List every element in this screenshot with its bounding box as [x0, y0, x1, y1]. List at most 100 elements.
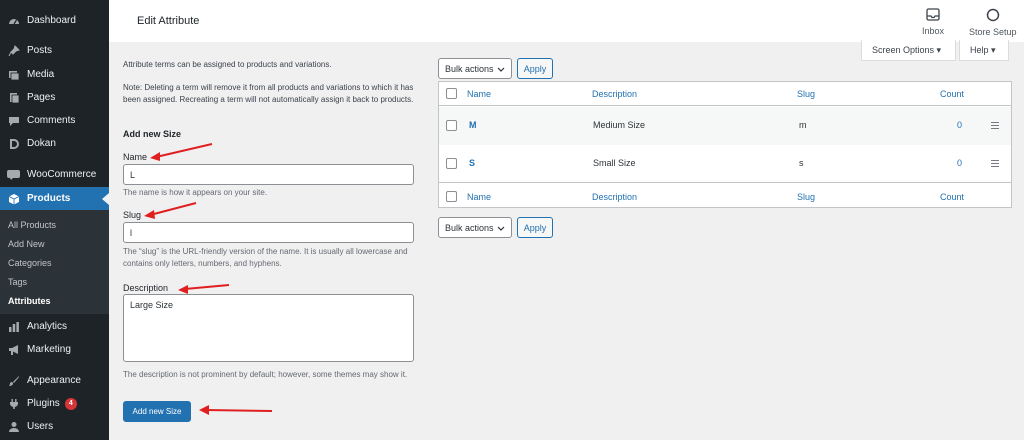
sidebar-item-woocommerce[interactable]: WooCommerce: [0, 163, 109, 186]
column-header-count[interactable]: Count: [940, 89, 964, 99]
arrow-to-submit-button: [199, 405, 273, 415]
name-field[interactable]: [123, 164, 414, 185]
sidebar-item-appearance[interactable]: Appearance: [0, 369, 109, 392]
column-footer-name[interactable]: Name: [467, 192, 491, 202]
arrow-to-slug-label: [144, 202, 197, 219]
description-label: Description: [123, 283, 169, 293]
term-slug: s: [799, 158, 804, 168]
description-field[interactable]: Large Size: [123, 294, 414, 362]
sidebar-item-label: Dashboard: [27, 15, 76, 26]
comment-icon: [7, 114, 20, 127]
sidebar-item-label: Media: [27, 69, 55, 80]
submenu-item-attributes[interactable]: Attributes: [8, 296, 51, 306]
drag-handle-icon[interactable]: [991, 122, 999, 129]
sidebar-item-dokan[interactable]: Dokan: [0, 132, 109, 155]
column-header-slug[interactable]: Slug: [797, 89, 815, 99]
term-description: Small Size: [593, 158, 636, 168]
row-checkbox[interactable]: [446, 158, 457, 169]
sidebar-item-label: Analytics: [27, 321, 68, 332]
slug-field[interactable]: [123, 222, 414, 243]
sidebar-item-label: WooCommerce: [27, 169, 97, 180]
submenu-item-all-products[interactable]: All Products: [8, 220, 56, 230]
row-checkbox[interactable]: [446, 120, 457, 131]
term-count-link[interactable]: 0: [957, 120, 962, 130]
column-footer-slug[interactable]: Slug: [797, 192, 815, 202]
slug-label: Slug: [123, 210, 142, 220]
column-footer-count[interactable]: Count: [940, 192, 964, 202]
sidebar-item-comments[interactable]: Comments: [0, 109, 109, 132]
column-footer-description[interactable]: Description: [592, 192, 637, 202]
plugin-update-badge: 4: [64, 397, 77, 410]
table-footer-row: Name Description Slug Count: [439, 184, 1011, 208]
sidebar-item-users[interactable]: Users: [0, 415, 109, 438]
select-all-checkbox[interactable]: [446, 88, 457, 99]
sidebar-item-pages[interactable]: Pages: [0, 86, 109, 109]
description-help: The description is not prominent by defa…: [123, 370, 408, 379]
store-setup-button[interactable]: Store Setup: [969, 8, 1017, 37]
sidebar-item-label: Dokan: [27, 138, 56, 149]
column-header-description[interactable]: Description: [592, 89, 637, 99]
sidebar-item-marketing[interactable]: Marketing: [0, 338, 109, 361]
screen-options-toggle[interactable]: Screen Options ▾: [861, 40, 956, 61]
plug-icon: [7, 397, 20, 410]
terms-table: Name Description Slug Count M Medium Siz…: [438, 81, 1012, 208]
term-slug: m: [799, 120, 807, 130]
sidebar-item-label: Pages: [27, 92, 56, 103]
submenu-item-categories[interactable]: Categories: [8, 258, 52, 268]
chevron-down-icon: [497, 223, 505, 233]
page-header: Edit Attribute Inbox Store Setup: [109, 0, 1024, 42]
name-help: The name is how it appears on your site.: [123, 188, 268, 197]
name-label: Name: [123, 152, 148, 162]
bulk-actions-select-top[interactable]: Bulk actions: [438, 58, 512, 79]
submenu-item-add-new[interactable]: Add New: [8, 239, 45, 249]
bulk-actions-value: Bulk actions: [445, 222, 494, 233]
apply-button-bottom[interactable]: Apply: [517, 217, 553, 238]
sidebar-item-dashboard[interactable]: Dashboard: [0, 9, 109, 32]
apply-button-top[interactable]: Apply: [517, 58, 553, 79]
sidebar-item-label: Users: [27, 421, 54, 432]
media-icon: [7, 68, 20, 81]
page-title: Edit Attribute: [137, 15, 200, 27]
inbox-button[interactable]: Inbox: [922, 8, 944, 36]
sidebar-item-plugins[interactable]: Plugins 4: [0, 392, 109, 415]
form-note: Note: Deleting a term will remove it fro…: [123, 83, 414, 104]
sidebar-item-label: Products: [27, 193, 71, 204]
arrow-to-name-label: [150, 143, 213, 161]
user-icon: [7, 420, 20, 433]
pages-icon: [7, 91, 20, 104]
megaphone-icon: [7, 343, 20, 356]
submenu-item-tags[interactable]: Tags: [8, 277, 27, 287]
chevron-down-icon: [497, 64, 505, 74]
brush-icon: [7, 374, 20, 387]
sidebar-item-posts[interactable]: Posts: [0, 39, 109, 62]
circle-progress-icon: [969, 8, 1017, 24]
admin-sidebar: Dashboard Posts Media Pages Comments Dok…: [0, 0, 109, 440]
sidebar-item-media[interactable]: Media: [0, 63, 109, 86]
bulk-actions-value: Bulk actions: [445, 63, 494, 74]
term-name-link[interactable]: M: [469, 120, 477, 130]
table-row: S Small Size s 0: [439, 145, 1011, 183]
select-all-checkbox-footer[interactable]: [446, 191, 457, 202]
sidebar-item-analytics[interactable]: Analytics: [0, 315, 109, 338]
arrow-to-description-label: [178, 284, 230, 294]
sidebar-item-label: Marketing: [27, 344, 71, 355]
store-setup-label: Store Setup: [969, 27, 1017, 37]
term-count-link[interactable]: 0: [957, 158, 962, 168]
dashboard-icon: [7, 14, 20, 27]
table-header-row: Name Description Slug Count: [439, 82, 1011, 106]
add-new-size-button[interactable]: Add new Size: [123, 401, 191, 422]
bulk-actions-select-bottom[interactable]: Bulk actions: [438, 217, 512, 238]
sidebar-item-products[interactable]: Products: [0, 187, 109, 210]
sidebar-item-label: Posts: [27, 45, 53, 56]
dokan-icon: [7, 137, 20, 150]
table-row: M Medium Size m 0: [439, 107, 1011, 145]
pin-icon: [7, 44, 20, 57]
help-toggle[interactable]: Help ▾: [959, 40, 1009, 61]
term-name-link[interactable]: S: [469, 158, 475, 168]
box-icon: [7, 192, 20, 205]
form-heading: Add new Size: [123, 129, 182, 139]
column-header-name[interactable]: Name: [467, 89, 491, 99]
drag-handle-icon[interactable]: [991, 160, 999, 167]
term-description: Medium Size: [593, 120, 646, 130]
slug-help: The “slug” is the URL-friendly version o…: [123, 247, 408, 268]
